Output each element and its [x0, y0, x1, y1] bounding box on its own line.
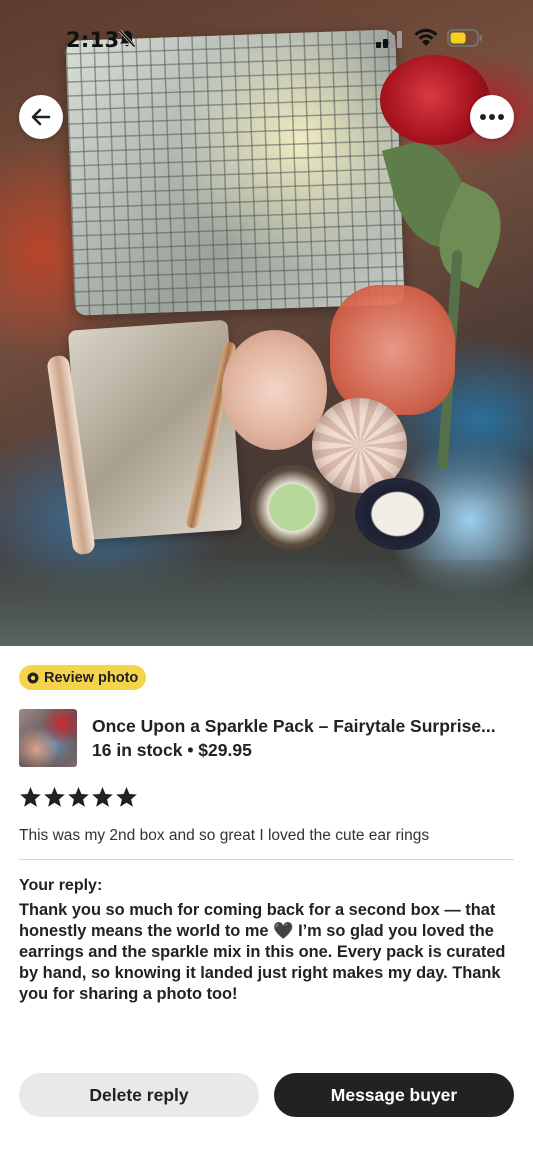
- star-icon: [44, 786, 65, 807]
- arrow-left-icon: [31, 108, 51, 126]
- star-icon: [92, 786, 113, 807]
- bell-slash-icon: [118, 29, 136, 48]
- star-icon: [116, 786, 137, 807]
- reply-label: Your reply:: [19, 877, 103, 894]
- battery-icon: [447, 29, 482, 47]
- delete-reply-button[interactable]: Delete reply: [19, 1073, 259, 1117]
- review-photo[interactable]: [0, 0, 533, 646]
- more-horizontal-icon: [480, 114, 504, 120]
- badge-label: Review photo: [44, 669, 139, 686]
- photo-organza-bag: [330, 285, 455, 415]
- divider: [19, 859, 514, 860]
- signal-icon: [376, 31, 402, 48]
- photo-tissue: [0, 560, 533, 646]
- photo-flower: [222, 330, 327, 450]
- star-icon: [20, 786, 41, 807]
- listing-thumbnail[interactable]: [19, 709, 77, 767]
- listing-title[interactable]: Once Upon a Sparkle Pack – Fairytale Sur…: [92, 716, 522, 737]
- star-rating: [19, 786, 138, 808]
- review-text: This was my 2nd box and so great I loved…: [19, 827, 430, 844]
- photo-washi-tape: [250, 465, 335, 550]
- wifi-icon: [414, 28, 438, 46]
- listing-summary[interactable]: Once Upon a Sparkle Pack – Fairytale Sur…: [19, 709, 519, 767]
- camera-icon: [27, 672, 39, 683]
- listing-stock-price: 16 in stock • $29.95: [92, 740, 252, 760]
- status-bar: 2:13: [0, 0, 533, 80]
- message-buyer-button[interactable]: Message buyer: [274, 1073, 514, 1117]
- photo-washi-tape: [355, 478, 440, 550]
- review-photo-badge: Review photo: [19, 665, 147, 690]
- back-button[interactable]: [19, 95, 63, 139]
- more-options-button[interactable]: [470, 95, 514, 139]
- reply-text: Thank you so much for coming back for a …: [19, 901, 506, 1003]
- status-time: 2:13: [66, 28, 120, 52]
- star-icon: [68, 786, 89, 807]
